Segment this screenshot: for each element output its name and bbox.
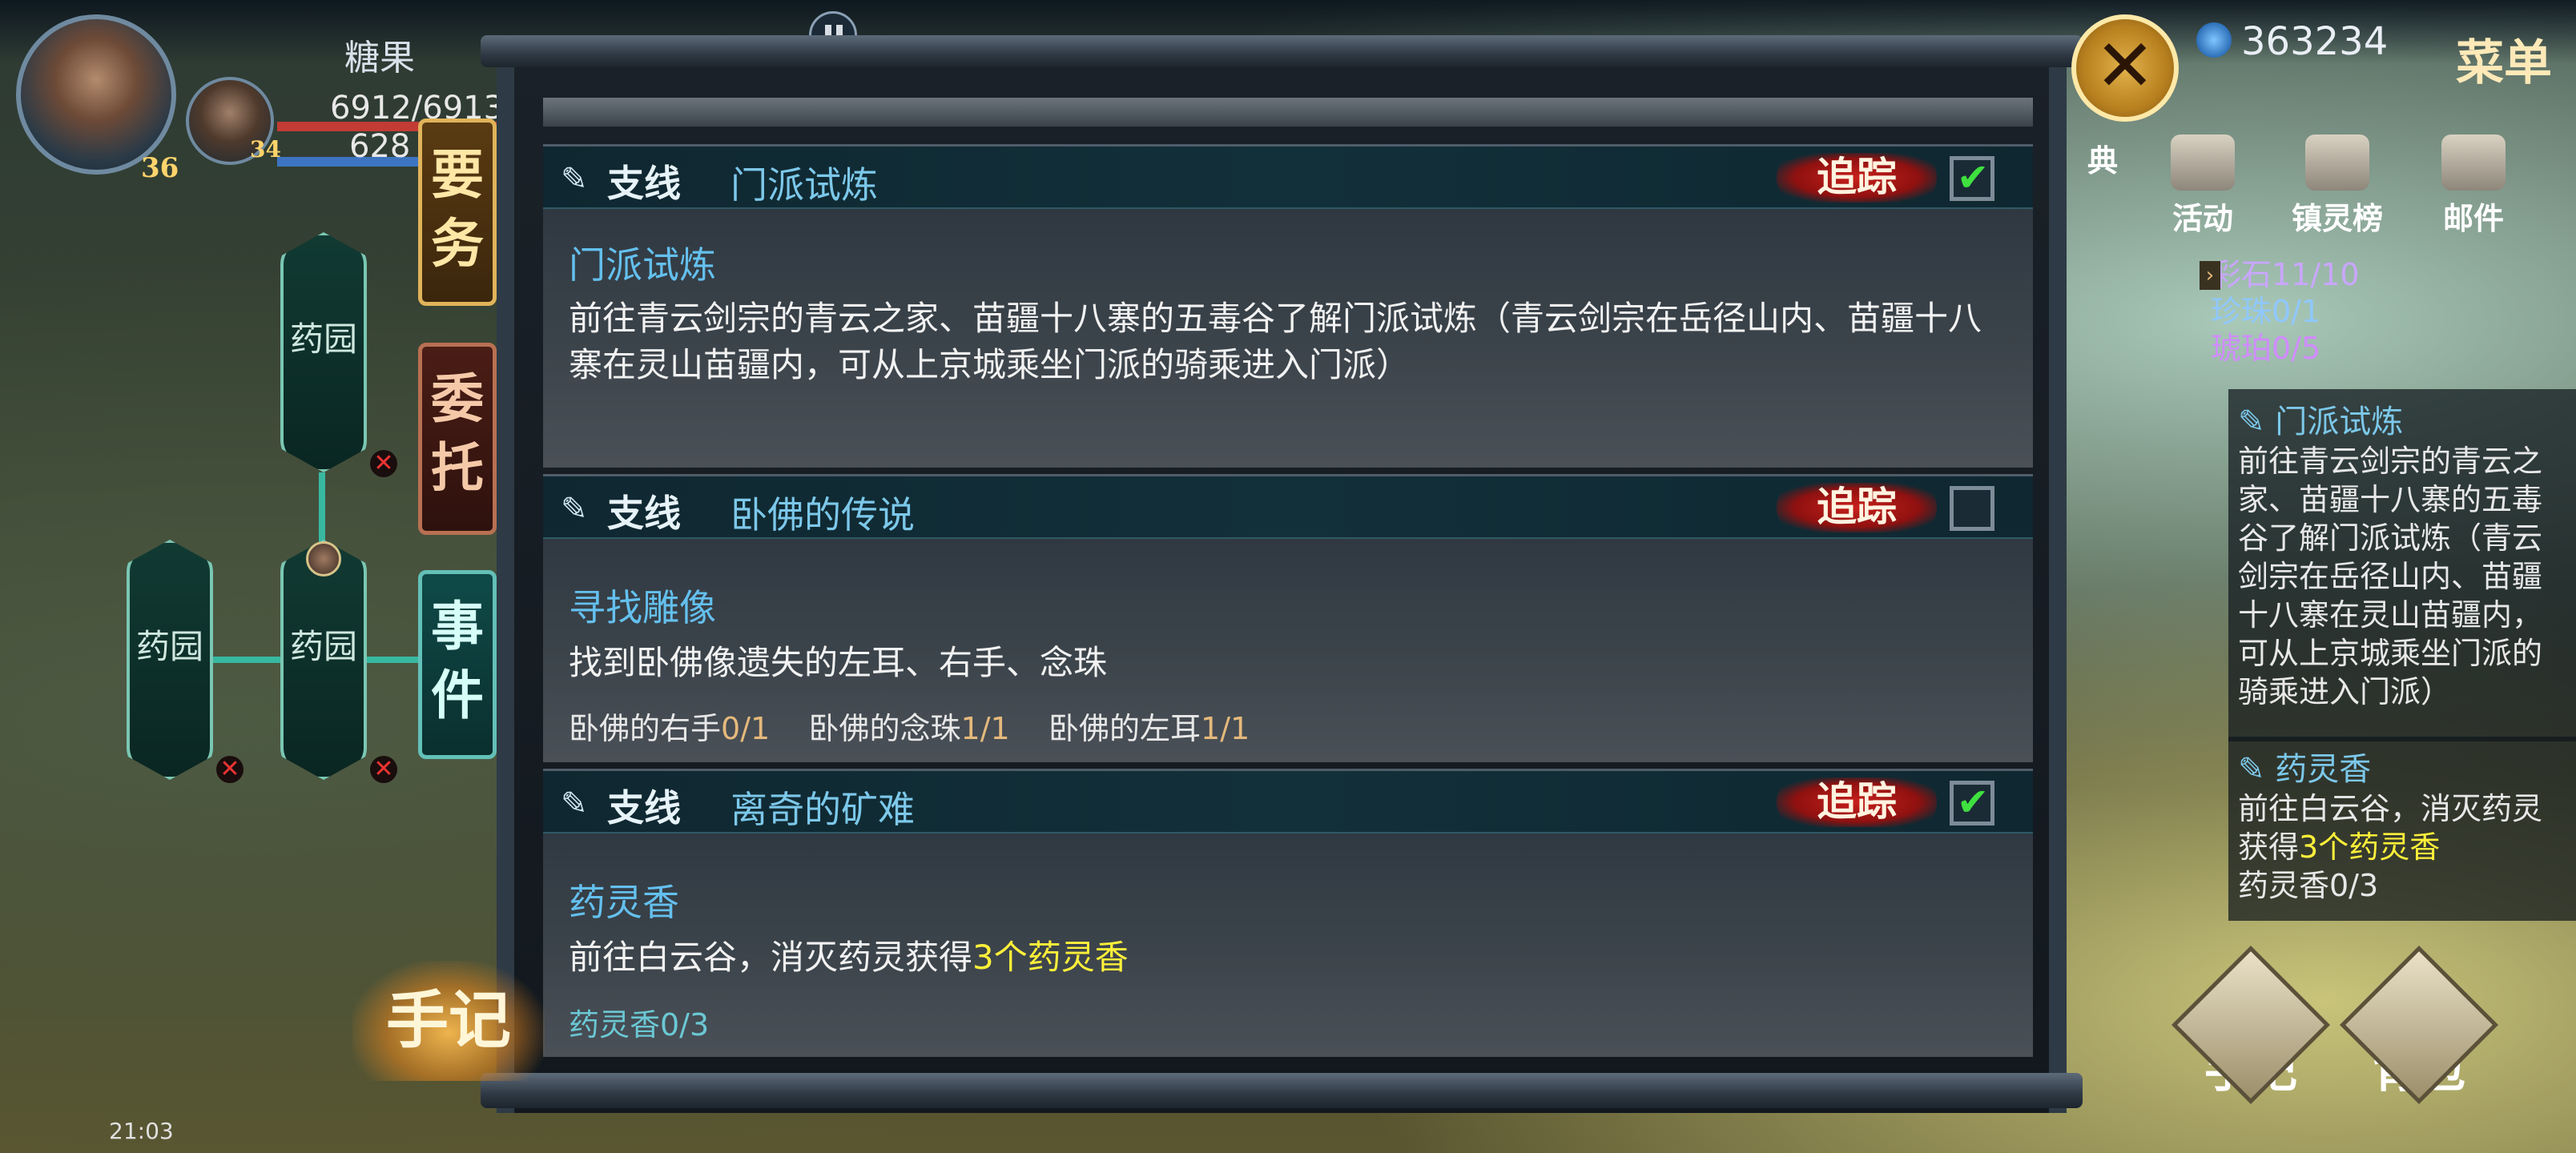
objective-description: 前往青云剑宗的青云之家、苗疆十八寨的五毒谷了解门派试炼（青云剑宗在岳径山内、苗疆… bbox=[569, 299, 1982, 384]
quest-card-header: ✎ 支线 卧佛的传说 追踪 bbox=[543, 476, 2033, 539]
mail-label: 邮件 bbox=[2442, 200, 2504, 236]
quest-type-label: 支线 bbox=[607, 492, 681, 535]
currency-value: 363234 bbox=[2241, 19, 2389, 64]
track-checkbox[interactable] bbox=[1950, 486, 1994, 531]
objective-description: 找到卧佛像遗失的左耳、右手、念珠 bbox=[569, 643, 1108, 682]
player-level: 36 bbox=[141, 152, 179, 184]
scroll-top-edge bbox=[543, 98, 2033, 127]
objective-title: 药灵香 bbox=[569, 881, 679, 924]
quill-icon: ✎ bbox=[561, 785, 588, 822]
mp-value: 628 bbox=[349, 128, 411, 165]
tab-main-quest[interactable]: 要务 bbox=[418, 119, 497, 306]
player-avatar[interactable] bbox=[16, 14, 176, 175]
close-button[interactable]: ✕ bbox=[2071, 14, 2179, 122]
progress-value: 1/1 bbox=[1201, 711, 1250, 746]
tab-events[interactable]: 事件 bbox=[418, 570, 497, 759]
progress-label: 卧佛的念珠 bbox=[808, 711, 961, 746]
tab-commission[interactable]: 委托 bbox=[418, 343, 497, 535]
tracked-quest-desc: 前往白云谷，消灭药灵获得3个药灵香 bbox=[2238, 789, 2568, 866]
activity-button[interactable]: 活动 bbox=[2155, 135, 2251, 238]
spirit-jade-icon bbox=[2196, 22, 2232, 58]
quest-type-label: 支线 bbox=[607, 786, 681, 830]
mail-button[interactable]: 邮件 bbox=[2425, 135, 2522, 238]
progress-label: 卧佛的左耳 bbox=[1049, 711, 1201, 746]
journal-glow-button[interactable]: 手记 bbox=[352, 961, 545, 1081]
progress-value: 0/1 bbox=[721, 711, 771, 746]
tracked-quest-title: ✎ 门派试炼 bbox=[2238, 404, 2404, 440]
tracked-quest-item[interactable]: ✎ 门派试炼 前往青云剑宗的青云之家、苗疆十八寨的五毒谷了解门派试炼（青云剑宗在… bbox=[2228, 389, 2576, 741]
current-location-avatar bbox=[306, 541, 341, 576]
map-link bbox=[367, 657, 423, 663]
codex-button[interactable]: 典 bbox=[2067, 136, 2139, 180]
player-name: 糖果 bbox=[344, 38, 415, 78]
track-button[interactable]: 追踪 bbox=[1777, 153, 1937, 203]
quest-card[interactable]: ✎ 支线 离奇的矿难 追踪 药灵香 前往白云谷，消灭药灵获得3个药灵香 药灵香0… bbox=[543, 769, 2033, 1057]
activity-label: 活动 bbox=[2171, 200, 2233, 236]
map-node-herb-garden[interactable]: 药园 bbox=[280, 232, 367, 472]
quest-card[interactable]: ✎ 支线 卧佛的传说 追踪 寻找雕像 找到卧佛像遗失的左耳、右手、念珠 卧佛的右… bbox=[543, 474, 2033, 762]
tracked-desc-highlight: 3个药灵香 bbox=[2299, 830, 2441, 865]
resource-item: 珍珠0/1 bbox=[2211, 294, 2321, 329]
tracked-quest-title-text: 药灵香 bbox=[2275, 751, 2372, 788]
description-highlight: 3个药灵香 bbox=[972, 938, 1129, 977]
objective-title: 门派试炼 bbox=[569, 243, 716, 287]
ranking-label: 镇灵榜 bbox=[2291, 200, 2383, 236]
progress-value: 1/1 bbox=[960, 711, 1010, 746]
resource-item: 琥珀0/5 bbox=[2211, 331, 2321, 366]
map-node-herb-garden[interactable]: 药园 bbox=[127, 540, 213, 780]
mail-icon bbox=[2441, 135, 2506, 191]
quest-type-label: 支线 bbox=[607, 162, 681, 205]
tracked-quest-item[interactable]: ✎ 药灵香 前往白云谷，消灭药灵获得3个药灵香 药灵香0/3 bbox=[2228, 737, 2576, 921]
status-time: 21:03 bbox=[109, 1118, 174, 1144]
scroll-bottom-rod bbox=[481, 1073, 2083, 1108]
track-button[interactable]: 追踪 bbox=[1777, 777, 1937, 827]
quest-card-header: ✎ 支线 离奇的矿难 追踪 bbox=[543, 771, 2033, 834]
resource-list: › 彩石11/10 珍珠0/1 琥珀0/5 bbox=[2200, 256, 2576, 367]
tracked-quest-title-text: 门派试炼 bbox=[2275, 404, 2404, 440]
ranking-button[interactable]: 镇灵榜 bbox=[2289, 135, 2385, 238]
quest-name: 卧佛的传说 bbox=[731, 493, 915, 536]
description-text: 前往白云谷，消灭药灵获得 bbox=[569, 938, 973, 977]
quest-card-header: ✎ 支线 门派试炼 追踪 bbox=[543, 147, 2033, 209]
resource-item: 彩石11/10 bbox=[2211, 257, 2360, 292]
track-checkbox[interactable] bbox=[1950, 155, 1994, 201]
tracked-quest-desc: 前往青云剑宗的青云之家、苗疆十八寨的五毒谷了解门派试炼（青云剑宗在岳径山内、苗疆… bbox=[2238, 444, 2543, 709]
track-button[interactable]: 追踪 bbox=[1777, 483, 1937, 532]
locked-x-icon: ✕ bbox=[216, 756, 244, 783]
bag-button[interactable]: 背包 bbox=[2340, 946, 2498, 1104]
progress-label: 卧佛的右手 bbox=[569, 711, 722, 746]
codex-label: 典 bbox=[2087, 143, 2118, 179]
journal-button[interactable]: 手记 bbox=[2171, 946, 2330, 1104]
scroll-top-rod bbox=[481, 35, 2083, 67]
gift-icon bbox=[2171, 135, 2235, 191]
tracked-quest-progress: 药灵香0/3 bbox=[2238, 868, 2379, 903]
chevron-right-icon[interactable]: › bbox=[2200, 261, 2220, 290]
objective-description: 前往白云谷，消灭药灵获得3个药灵香 bbox=[569, 934, 1994, 981]
map-link bbox=[319, 472, 325, 544]
objective-progress: 药灵香0/3 bbox=[569, 1007, 710, 1043]
pagoda-icon bbox=[2305, 135, 2369, 191]
quest-name: 离奇的矿难 bbox=[731, 788, 915, 831]
track-checkbox[interactable] bbox=[1950, 780, 1994, 826]
tracked-quest-title: ✎ 药灵香 bbox=[2238, 751, 2372, 788]
quill-icon: ✎ bbox=[561, 161, 588, 198]
menu-button[interactable]: 菜单 bbox=[2456, 24, 2552, 94]
objective-title: 寻找雕像 bbox=[569, 586, 716, 629]
quest-name: 门派试炼 bbox=[731, 163, 878, 207]
quill-icon: ✎ bbox=[561, 491, 588, 528]
locked-x-icon: ✕ bbox=[370, 756, 397, 783]
quest-card[interactable]: ✎ 支线 门派试炼 追踪 门派试炼 前往青云剑宗的青云之家、苗疆十八寨的五毒谷了… bbox=[543, 144, 2033, 468]
map-link bbox=[210, 657, 282, 663]
locked-x-icon: ✕ bbox=[370, 450, 397, 477]
objective-progress: 卧佛的右手0/1 卧佛的念珠1/1 卧佛的左耳1/1 bbox=[569, 704, 1250, 748]
